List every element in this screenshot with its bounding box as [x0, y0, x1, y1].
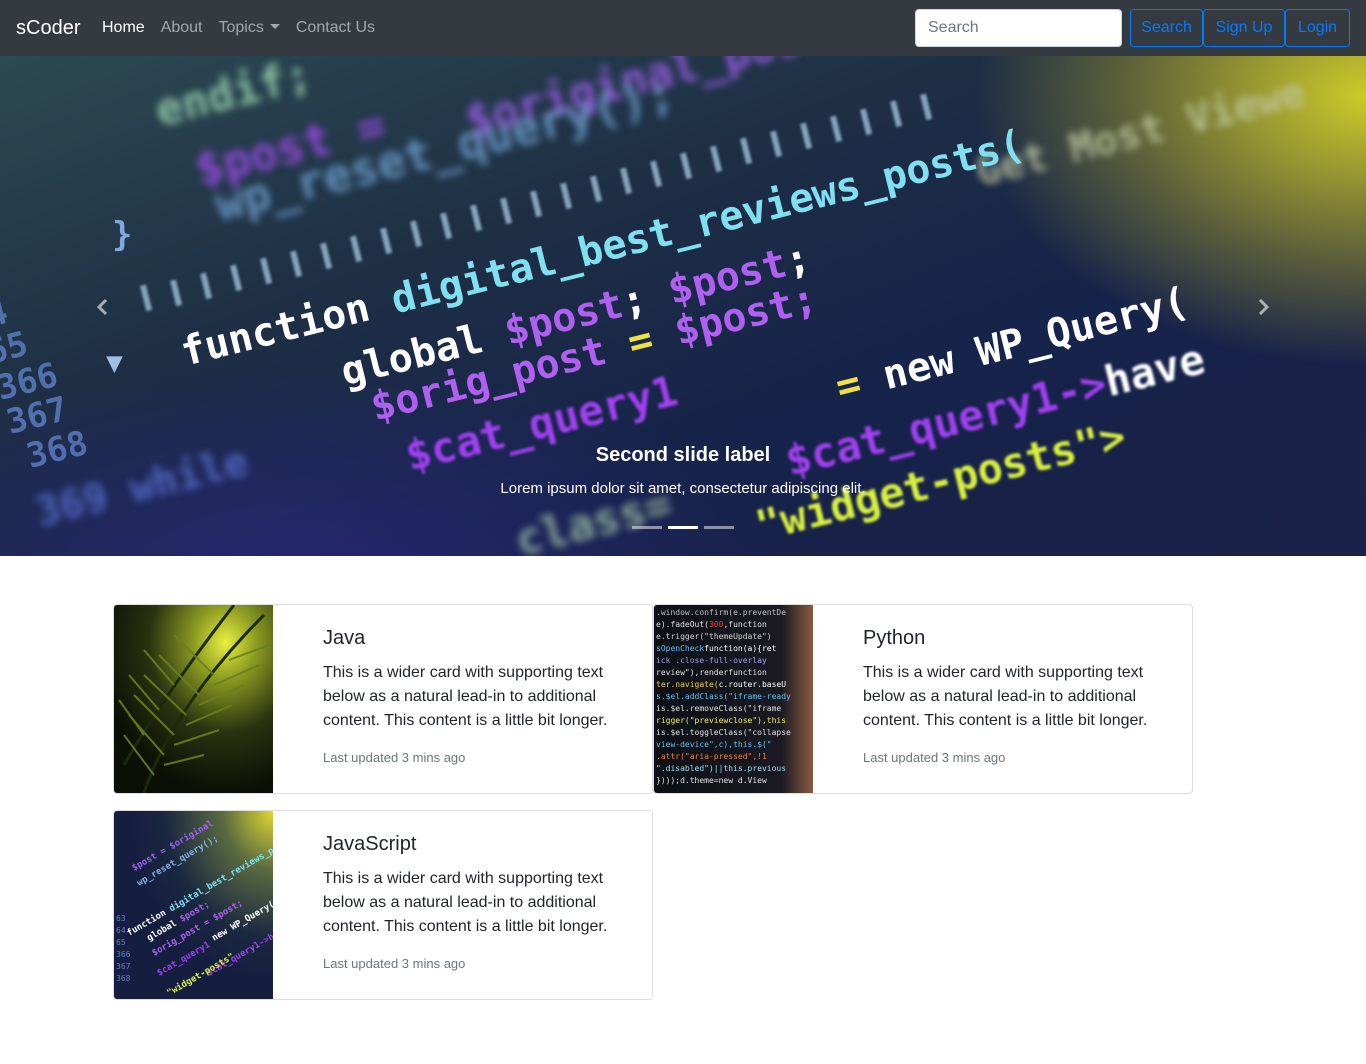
nav-link-topics-dropdown[interactable]: Topics [219, 18, 280, 38]
nav-link-contact[interactable]: Contact Us [296, 18, 375, 38]
nav-link-about[interactable]: About [161, 18, 203, 38]
carousel-prev-button[interactable] [88, 292, 118, 322]
svg-text:Get Most Viewe: Get Most Viewe [971, 70, 1309, 196]
nav-link-home[interactable]: Home [102, 18, 145, 38]
card-text: This is a wider card with supporting tex… [863, 664, 1148, 729]
card-text: This is a wider card with supporting tex… [323, 664, 608, 729]
topic-card-python[interactable]: .window.confirm(e.preventDe e).fadeOut(3… [653, 604, 1193, 794]
carousel-indicator-2[interactable] [668, 526, 698, 529]
svg-text:368: 368 [116, 974, 131, 983]
login-button[interactable]: Login [1285, 9, 1350, 47]
card-body: JavaScript This is a wider card with sup… [323, 831, 633, 973]
svg-text:ter.navigate(c.router.baseU: ter.navigate(c.router.baseU [656, 680, 786, 689]
svg-text:64: 64 [116, 926, 126, 935]
svg-text:65: 65 [116, 938, 126, 947]
carousel-next-button[interactable] [1248, 292, 1278, 322]
hero-carousel: endif; $original_post $post = wp_reset_q… [0, 56, 1366, 556]
brand-logo[interactable]: sCoder [16, 15, 80, 41]
card-body: Python This is a wider card with support… [863, 625, 1173, 767]
card-text: This is a wider card with supporting tex… [323, 870, 608, 935]
code-screen-image: .window.confirm(e.preventDe e).fadeOut(3… [654, 605, 813, 793]
carousel-caption-text: Lorem ipsum dolor sit amet, consectetur … [500, 480, 866, 497]
card-title: JavaScript [323, 833, 417, 855]
card-updated: Last updated 3 mins ago [323, 956, 466, 971]
topic-card-java[interactable]: Java This is a wider card with supportin… [113, 604, 653, 794]
svg-text:is.$el.removeClass("iframe: is.$el.removeClass("iframe [656, 704, 781, 713]
code-closeup-image: $post = $original wp_reset_query(); func… [114, 811, 273, 999]
svg-text:e).fadeOut(300,function: e).fadeOut(300,function [656, 620, 767, 629]
carousel-indicator-3[interactable] [704, 526, 734, 529]
svg-text:sOpenCheckfunction(a){ret: sOpenCheckfunction(a){ret [656, 644, 777, 653]
svg-text:63: 63 [116, 914, 126, 923]
card-body: Java This is a wider card with supportin… [323, 625, 633, 767]
card-updated: Last updated 3 mins ago [323, 750, 466, 765]
topic-card-javascript[interactable]: $post = $original wp_reset_query(); func… [113, 810, 653, 1000]
svg-text:}: } [112, 215, 132, 255]
svg-text:2: 2 [0, 221, 2, 265]
svg-text:})));d.theme=new d.View: })));d.theme=new d.View [656, 776, 767, 785]
signup-button[interactable]: Sign Up [1203, 9, 1285, 47]
svg-text:".disabled")||this.previous: ".disabled")||this.previous [656, 764, 786, 773]
svg-text:366: 366 [116, 950, 131, 959]
search-input[interactable] [915, 9, 1122, 47]
chevron-left-icon [96, 298, 108, 316]
svg-text:.window.confirm(e.preventDe: .window.confirm(e.preventDe [656, 608, 786, 617]
svg-text:review"),renderfunction: review"),renderfunction [656, 668, 767, 677]
card-updated: Last updated 3 mins ago [863, 750, 1006, 765]
svg-text:▼: ▼ [106, 346, 123, 379]
svg-text:e.trigger("themeUpdate"): e.trigger("themeUpdate") [656, 632, 772, 641]
card-title: Python [863, 627, 926, 649]
carousel-caption-title: Second slide label [595, 444, 771, 466]
svg-text:.attr("aria-pressed",!1: .attr("aria-pressed",!1 [656, 752, 767, 761]
card-title: Java [323, 627, 366, 649]
caret-down-icon [269, 24, 280, 29]
svg-text:is.$el.toggleClass("collapse: is.$el.toggleClass("collapse [656, 728, 791, 737]
svg-text:rigger("previewclose"),this: rigger("previewclose"),this [656, 716, 786, 725]
svg-text:ick .close-full-overlay: ick .close-full-overlay [656, 656, 767, 665]
carousel-indicator-1[interactable] [632, 526, 662, 529]
palm-leaves-image [114, 605, 273, 793]
svg-text:s.$el.addClass("iframe-ready: s.$el.addClass("iframe-ready [656, 692, 791, 701]
chevron-right-icon [1258, 298, 1270, 316]
nav-links: Home About Topics Contact Us [102, 18, 391, 38]
carousel-indicators [632, 526, 740, 529]
search-button[interactable]: Search [1130, 9, 1203, 47]
svg-text:view-device",c),this.$(": view-device",c),this.$(" [656, 740, 772, 749]
navbar: sCoder Home About Topics Contact Us Sear… [0, 0, 1366, 56]
nav-link-topics-label: Topics [218, 19, 264, 36]
svg-text:367: 367 [116, 962, 131, 971]
